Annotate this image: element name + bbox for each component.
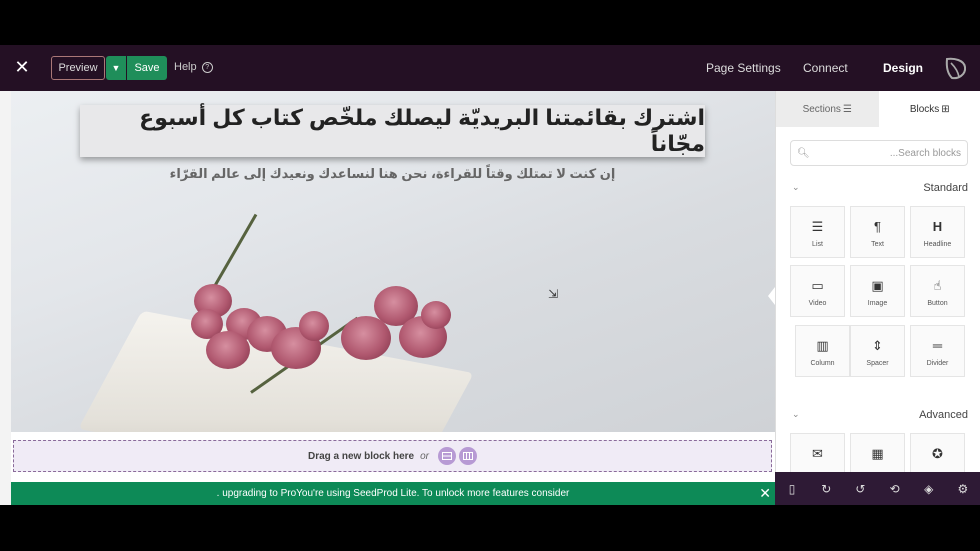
blocks-sidebar: Sections ☰ Blocks ⊞ 🔍︎ ...Search blocks …	[775, 91, 980, 505]
undo-icon[interactable]: ↺	[853, 482, 867, 496]
question-icon: ?	[201, 61, 213, 73]
help-label: Help	[174, 61, 197, 73]
canvas-gutter	[0, 91, 11, 505]
block-text[interactable]: ¶ Text	[850, 206, 905, 258]
nav-page-settings[interactable]: Page Settings	[706, 61, 781, 75]
tab-sections-label: Sections	[802, 103, 841, 115]
rose-flower	[421, 301, 451, 329]
seedprod-logo-icon	[945, 57, 967, 80]
email-icon: ✉	[812, 446, 823, 461]
tab-blocks[interactable]: Blocks ⊞	[878, 91, 980, 127]
list-icon: ☰	[811, 219, 824, 234]
chevron-down-icon: ⌄	[792, 409, 800, 419]
image-icon: ▣	[871, 278, 884, 293]
editor-bottom-toolbar: ▯ ↻ ↺ ⟲ ◈ ⚙	[775, 472, 980, 505]
block-optin-form[interactable]: ✉	[790, 433, 845, 473]
hero-headline[interactable]: اشترك بقائمتنا البريديّة ليصلك ملخّص كتا…	[80, 105, 705, 157]
nav-design[interactable]: Design	[883, 61, 923, 75]
heading-icon: H	[932, 219, 943, 234]
save-dropdown-button[interactable]: ▼	[106, 56, 126, 80]
block-label: Image	[867, 300, 888, 307]
upgrade-banner-text[interactable]: . upgrading to ProYou're using SeedProd …	[217, 488, 570, 499]
block-column[interactable]: ▥ Column	[795, 325, 850, 377]
top-toolbar: ✕ Preview ▼ Save Help ? Page Settings Co…	[0, 45, 980, 91]
badge-icon: ✪	[932, 446, 943, 461]
block-label: Button	[927, 300, 948, 307]
mobile-icon[interactable]: ▯	[785, 482, 799, 496]
paragraph-icon: ¶	[874, 219, 881, 234]
close-icon[interactable]: ✕	[14, 57, 30, 77]
search-blocks-input[interactable]: 🔍︎ ...Search blocks	[790, 140, 968, 166]
rose-stem	[209, 213, 258, 294]
upgrade-banner: . upgrading to ProYou're using SeedProd …	[11, 482, 775, 505]
calendar-icon: ▦	[871, 446, 884, 461]
advanced-section-header[interactable]: ⌄ Advanced	[790, 409, 968, 425]
history-icon[interactable]: ⟲	[888, 482, 902, 496]
add-columns-icon[interactable]	[459, 447, 478, 465]
tab-sections[interactable]: Sections ☰	[776, 91, 879, 127]
block-video[interactable]: ▭ Video	[790, 265, 845, 317]
refresh-icon[interactable]: ↻	[819, 482, 833, 496]
block-headline[interactable]: H Headline	[910, 206, 965, 258]
block-list[interactable]: ☰ List	[790, 206, 845, 258]
rose-flower	[206, 331, 250, 369]
tab-blocks-label: Blocks	[909, 103, 940, 115]
block-countdown[interactable]: ▦	[850, 433, 905, 473]
block-divider[interactable]: ═ Divider	[910, 325, 965, 377]
settings-icon[interactable]: ⚙	[956, 482, 970, 496]
spacer-icon: ⇕	[872, 338, 883, 353]
columns-icon: ▥	[816, 338, 829, 353]
video-icon: ▭	[811, 278, 824, 293]
block-label: Divider	[926, 360, 949, 367]
sections-icon: ☰	[842, 103, 852, 115]
caret-down-icon: ▼	[111, 63, 121, 73]
rose-flower	[341, 316, 391, 360]
block-social[interactable]: ✪	[910, 433, 965, 473]
preview-button[interactable]: Preview	[51, 56, 105, 80]
block-image[interactable]: ▣ Image	[850, 265, 905, 317]
help-link[interactable]: Help ?	[174, 61, 213, 73]
save-button[interactable]: Save	[127, 56, 167, 80]
layers-icon[interactable]: ◈	[922, 482, 936, 496]
search-icon: 🔍︎	[797, 147, 810, 159]
pointer-icon: ☝	[933, 278, 942, 293]
page-canvas: اشترك بقائمتنا البريديّة ليصلك ملخّص كتا…	[0, 91, 775, 505]
close-icon[interactable]: ✕	[759, 485, 771, 502]
sidebar-tabs: Sections ☰ Blocks ⊞	[776, 91, 980, 127]
rose-flower	[299, 311, 329, 341]
standard-title: Standard	[923, 182, 968, 194]
block-label: Video	[808, 300, 827, 307]
block-label: Headline	[923, 241, 952, 248]
nav-connect[interactable]: Connect	[803, 61, 848, 75]
drop-zone[interactable]: Drag a new block here or	[13, 440, 772, 472]
collapse-sidebar-arrow-icon[interactable]	[768, 287, 775, 305]
search-placeholder: ...Search blocks	[889, 147, 961, 159]
add-section-icon[interactable]	[438, 447, 457, 465]
block-label: Spacer	[866, 360, 889, 367]
divider-icon: ═	[932, 338, 943, 353]
block-spacer[interactable]: ⇕ Spacer	[850, 325, 905, 377]
block-label: Text	[871, 241, 884, 248]
standard-section-header[interactable]: ⌄ Standard	[790, 182, 968, 198]
chevron-down-icon: ⌄	[792, 182, 800, 192]
block-label: Column	[810, 360, 835, 367]
block-label: List	[812, 241, 823, 248]
drop-zone-label: Drag a new block here	[307, 450, 415, 462]
blocks-icon: ⊞	[941, 103, 950, 115]
drop-zone-or: or	[420, 450, 430, 462]
block-button[interactable]: ☝ Button	[910, 265, 965, 317]
hero-subheadline[interactable]: إن كنت لا تمتلك وقتاً للقراءة، نحن هنا ل…	[80, 166, 705, 182]
mouse-cursor-icon: ⇲	[548, 287, 559, 301]
hero-section[interactable]: اشترك بقائمتنا البريديّة ليصلك ملخّص كتا…	[11, 91, 775, 432]
advanced-title: Advanced	[919, 409, 968, 421]
